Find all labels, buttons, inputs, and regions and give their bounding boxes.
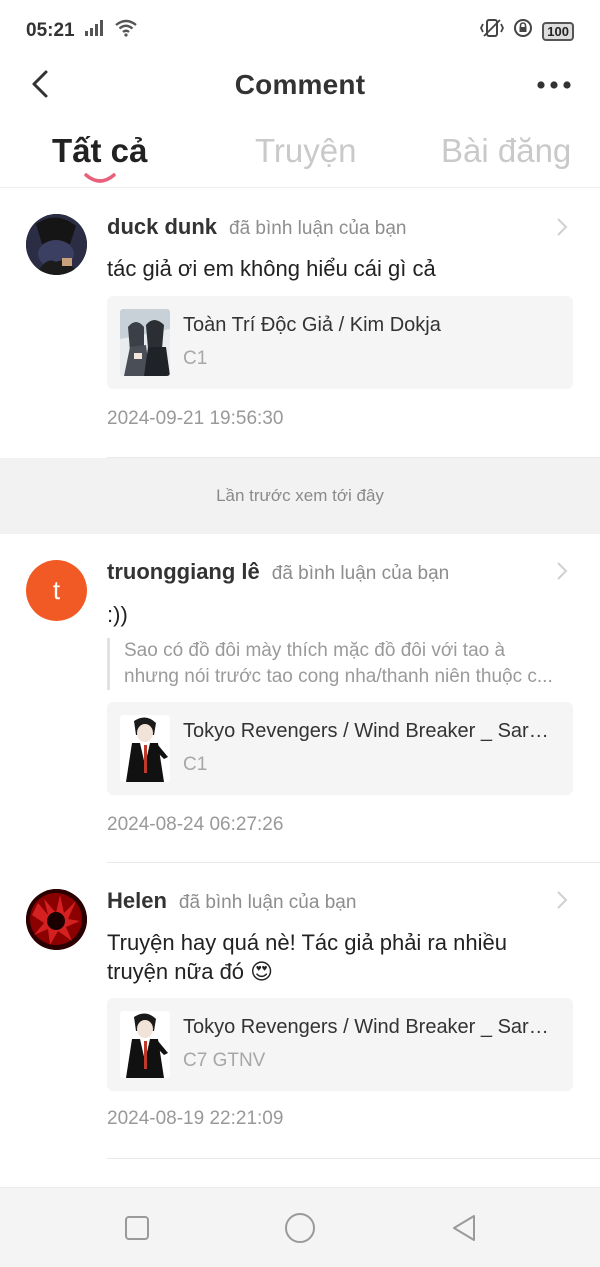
tab-bar: Tất cả Truyện Bài đăng <box>0 122 600 188</box>
divider <box>107 1158 600 1159</box>
triangle-back-icon <box>453 1215 475 1241</box>
quoted-comment: Sao có đồ đôi mày thích mặc đồ đôi với t… <box>107 638 573 690</box>
tab-stories[interactable]: Truyện <box>255 132 356 170</box>
comment-timestamp: 2024-09-21 19:56:30 <box>107 408 284 429</box>
story-card[interactable]: Toàn Trí Độc Giả / Kim Dokja C1 <box>107 296 573 389</box>
avatar[interactable]: t <box>26 560 87 621</box>
more-button[interactable] <box>534 68 574 102</box>
tab-all[interactable]: Tất cả <box>52 132 147 170</box>
avatar[interactable] <box>26 214 87 275</box>
comment-username[interactable]: duck dunk <box>107 214 217 240</box>
comment-text: tác giả ơi em không hiểu cái gì cả <box>107 256 436 281</box>
comment-username[interactable]: truonggiang lê <box>107 559 260 585</box>
back-nav-button[interactable] <box>446 1210 482 1246</box>
story-title: Tokyo Revengers / Wind Breaker _ Saruk..… <box>183 720 559 742</box>
chevron-left-icon <box>32 70 48 98</box>
avatar[interactable] <box>26 889 87 950</box>
comment-text-line: Truyện hay quá nè! Tác giả phải ra nhiều <box>107 930 507 955</box>
page-title: Comment <box>234 69 366 100</box>
quote-line: Sao có đồ đôi mày thích mặc đồ đôi với t… <box>124 640 506 661</box>
story-chapter: C1 <box>183 348 208 369</box>
square-icon <box>125 1216 149 1240</box>
comment-text: Truyện hay quá nè! Tác giả phải ra nhiều… <box>107 928 577 986</box>
comment-item[interactable]: duck dunk đã bình luận của bạn tác giả ơ… <box>0 190 600 458</box>
comment-item[interactable]: Helen đã bình luận của bạn Truyện hay qu… <box>0 863 600 1159</box>
signal-icon <box>84 20 105 42</box>
story-chapter: C1 <box>183 754 208 775</box>
rotation-lock-icon <box>513 18 533 44</box>
comment-text: :)) <box>107 602 128 627</box>
story-title: Tokyo Revengers / Wind Breaker _ Saruk..… <box>183 1016 559 1038</box>
quote-line: nhưng nói trước tao cong nha/thanh niên … <box>124 666 553 687</box>
wifi-icon <box>114 19 137 43</box>
story-thumbnail <box>120 1011 170 1078</box>
system-nav-bar <box>0 1187 600 1267</box>
tab-posts[interactable]: Bài đăng <box>441 132 571 170</box>
comment-action: đã bình luận của bạn <box>229 218 407 239</box>
comment-text-line: truyện nữa đó 😍 <box>107 959 274 984</box>
chevron-right-icon[interactable] <box>556 561 568 581</box>
back-button[interactable] <box>22 66 58 102</box>
chevron-right-icon[interactable] <box>556 890 568 910</box>
story-card[interactable]: Tokyo Revengers / Wind Breaker _ Saruk..… <box>107 702 573 795</box>
story-title: Toàn Trí Độc Giả / Kim Dokja <box>183 314 441 336</box>
comment-username[interactable]: Helen <box>107 888 167 914</box>
last-seen-banner: Lần trước xem tới đây <box>0 458 600 534</box>
story-thumbnail <box>120 309 170 376</box>
recents-button[interactable] <box>119 1210 155 1246</box>
avatar-letter: t <box>52 575 61 605</box>
comment-timestamp: 2024-08-24 06:27:26 <box>107 814 284 835</box>
home-button[interactable] <box>282 1210 318 1246</box>
story-card[interactable]: Tokyo Revengers / Wind Breaker _ Saruk..… <box>107 998 573 1091</box>
comment-action: đã bình luận của bạn <box>271 563 450 584</box>
vibrate-icon <box>480 18 505 44</box>
story-chapter: C7 GTNV <box>183 1050 266 1071</box>
battery-icon: 100 <box>542 21 574 41</box>
comment-action: đã bình luận của bạn <box>178 892 357 913</box>
chevron-right-icon[interactable] <box>556 217 568 237</box>
comment-item[interactable]: t truonggiang lê đã bình luận của bạn :)… <box>0 534 600 863</box>
status-bar: 05:21 100 <box>0 0 600 62</box>
app-header: Comment <box>0 62 600 108</box>
comment-timestamp: 2024-08-19 22:21:09 <box>107 1108 284 1129</box>
circle-icon <box>285 1213 315 1243</box>
more-horizontal-icon <box>537 81 571 89</box>
status-time: 05:21 <box>26 20 75 41</box>
active-tab-indicator <box>84 173 116 183</box>
story-thumbnail <box>120 715 170 782</box>
